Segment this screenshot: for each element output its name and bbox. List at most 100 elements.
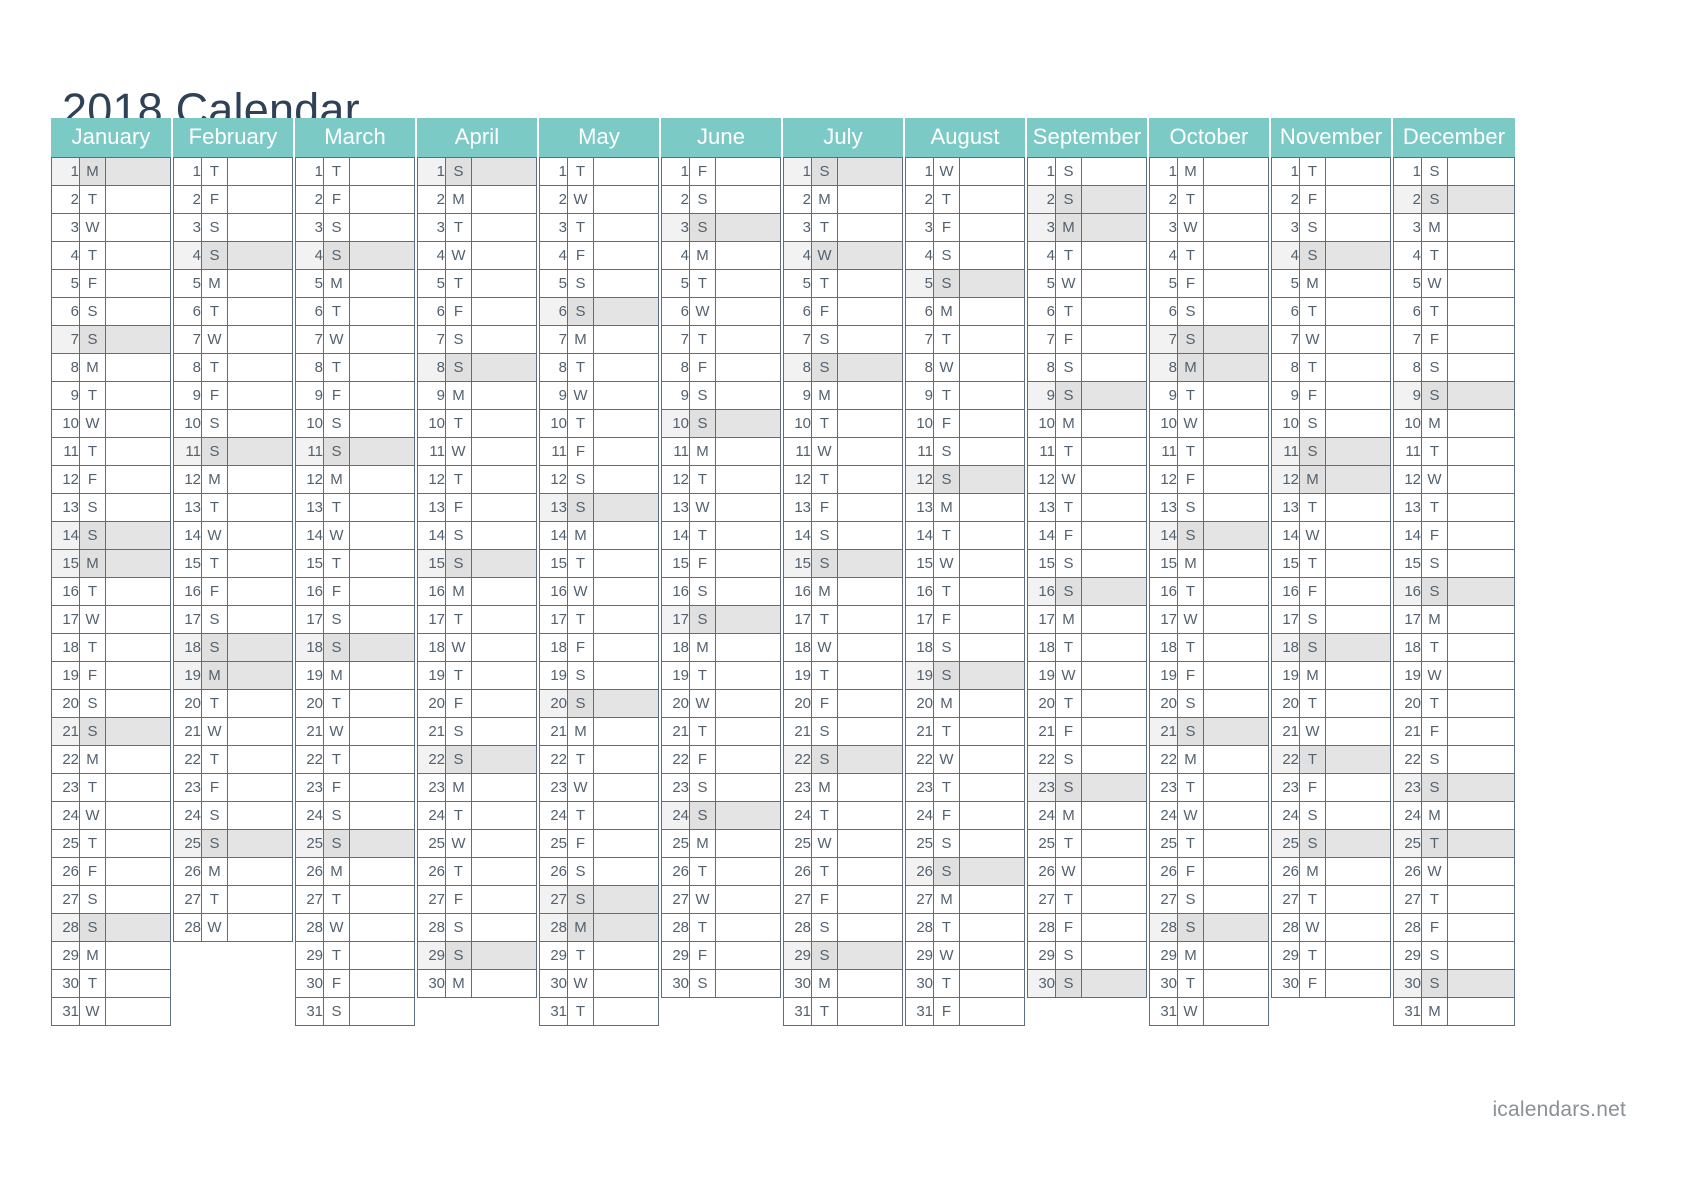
day-note-area[interactable] (1447, 605, 1515, 634)
day-row[interactable]: 9S (1027, 381, 1147, 410)
day-row[interactable]: 22 S (417, 745, 537, 774)
day-note-area[interactable] (959, 913, 1025, 942)
day-note-area[interactable] (837, 801, 903, 830)
day-note-area[interactable] (105, 213, 171, 242)
day-row[interactable]: 11 F (539, 437, 659, 466)
day-note-area[interactable] (1081, 829, 1147, 858)
day-row[interactable]: 12 S (539, 465, 659, 494)
day-note-area[interactable] (1203, 689, 1269, 718)
day-row[interactable]: 9F (295, 381, 415, 410)
day-note-area[interactable] (959, 297, 1025, 326)
day-row[interactable]: 20 T (173, 689, 293, 718)
day-row[interactable]: 10 W (1149, 409, 1269, 438)
day-note-area[interactable] (349, 913, 415, 942)
day-note-area[interactable] (837, 409, 903, 438)
day-row[interactable]: 11 W (417, 437, 537, 466)
day-row[interactable]: 4S (295, 241, 415, 270)
day-row[interactable]: 3S (1271, 213, 1391, 242)
day-note-area[interactable] (349, 465, 415, 494)
day-note-area[interactable] (1081, 325, 1147, 354)
day-row[interactable]: 19 W (1027, 661, 1147, 690)
day-row[interactable]: 20 T (1027, 689, 1147, 718)
day-note-area[interactable] (227, 773, 293, 802)
day-row[interactable]: 21 W (295, 717, 415, 746)
day-note-area[interactable] (715, 353, 781, 382)
day-note-area[interactable] (349, 297, 415, 326)
day-note-area[interactable] (593, 829, 659, 858)
day-row[interactable]: 14 M (539, 521, 659, 550)
day-note-area[interactable] (593, 577, 659, 606)
day-note-area[interactable] (1447, 913, 1515, 942)
day-row[interactable]: 18 M (661, 633, 781, 662)
day-row[interactable]: 4W (783, 241, 903, 270)
day-row[interactable]: 7W (173, 325, 293, 354)
day-row[interactable]: 24 W (1149, 801, 1269, 830)
day-row[interactable]: 23 T (51, 773, 171, 802)
day-row[interactable]: 6F (783, 297, 903, 326)
day-note-area[interactable] (1447, 465, 1515, 494)
day-note-area[interactable] (471, 605, 537, 634)
day-note-area[interactable] (105, 521, 171, 550)
day-note-area[interactable] (471, 493, 537, 522)
day-note-area[interactable] (837, 577, 903, 606)
day-note-area[interactable] (715, 465, 781, 494)
day-row[interactable]: 30 S (661, 969, 781, 998)
day-row[interactable]: 5M (1271, 269, 1391, 298)
day-note-area[interactable] (593, 717, 659, 746)
day-note-area[interactable] (227, 689, 293, 718)
day-note-area[interactable] (1081, 241, 1147, 270)
day-note-area[interactable] (1203, 997, 1269, 1026)
day-row[interactable]: 19 M (173, 661, 293, 690)
day-note-area[interactable] (837, 997, 903, 1026)
day-note-area[interactable] (959, 773, 1025, 802)
day-row[interactable]: 4S (1271, 241, 1391, 270)
day-row[interactable]: 14 W (1271, 521, 1391, 550)
day-row[interactable]: 15 W (905, 549, 1025, 578)
day-note-area[interactable] (837, 913, 903, 942)
day-note-area[interactable] (959, 857, 1025, 886)
day-note-area[interactable] (1447, 885, 1515, 914)
day-row[interactable]: 28 F (1393, 913, 1515, 942)
day-row[interactable]: 26 M (295, 857, 415, 886)
day-note-area[interactable] (1203, 857, 1269, 886)
day-note-area[interactable] (1203, 717, 1269, 746)
day-note-area[interactable] (1325, 857, 1391, 886)
day-note-area[interactable] (1081, 297, 1147, 326)
day-note-area[interactable] (471, 437, 537, 466)
day-row[interactable]: 3M (1393, 213, 1515, 242)
day-row[interactable]: 6T (1393, 297, 1515, 326)
day-row[interactable]: 8S (1027, 353, 1147, 382)
day-row[interactable]: 4W (417, 241, 537, 270)
day-row[interactable]: 13 S (539, 493, 659, 522)
day-row[interactable]: 29 M (1149, 941, 1269, 970)
day-row[interactable]: 11 S (295, 437, 415, 466)
day-note-area[interactable] (959, 437, 1025, 466)
day-note-area[interactable] (105, 969, 171, 998)
day-row[interactable]: 25 S (1271, 829, 1391, 858)
day-row[interactable]: 17 T (539, 605, 659, 634)
day-note-area[interactable] (715, 969, 781, 998)
day-row[interactable]: 7F (1027, 325, 1147, 354)
day-row[interactable]: 10 S (661, 409, 781, 438)
day-row[interactable]: 3T (417, 213, 537, 242)
day-note-area[interactable] (1325, 493, 1391, 522)
day-note-area[interactable] (593, 297, 659, 326)
day-row[interactable]: 2F (1271, 185, 1391, 214)
day-row[interactable]: 12 M (173, 465, 293, 494)
day-note-area[interactable] (349, 773, 415, 802)
day-row[interactable]: 14 W (173, 521, 293, 550)
day-note-area[interactable] (227, 521, 293, 550)
day-row[interactable]: 28 S (1149, 913, 1269, 942)
day-note-area[interactable] (1081, 577, 1147, 606)
day-note-area[interactable] (1081, 409, 1147, 438)
day-note-area[interactable] (1203, 269, 1269, 298)
day-note-area[interactable] (1325, 969, 1391, 998)
day-note-area[interactable] (959, 409, 1025, 438)
day-note-area[interactable] (227, 185, 293, 214)
day-row[interactable]: 8S (783, 353, 903, 382)
day-row[interactable]: 13 S (1149, 493, 1269, 522)
day-note-area[interactable] (593, 381, 659, 410)
day-row[interactable]: 28 F (1027, 913, 1147, 942)
day-note-area[interactable] (715, 801, 781, 830)
day-note-area[interactable] (593, 941, 659, 970)
